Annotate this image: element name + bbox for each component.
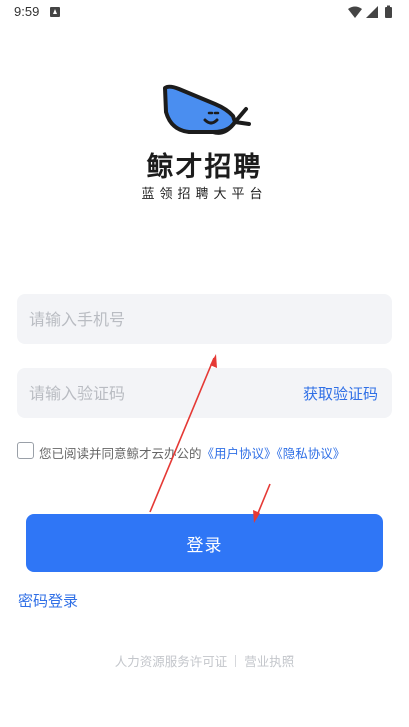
annotation-arrowhead	[210, 354, 217, 368]
phone-input[interactable]	[29, 294, 279, 344]
status-bar: 9:59	[0, 0, 409, 26]
license-link[interactable]: 人力资源服务许可证	[115, 654, 228, 669]
privacy-policy-link[interactable]: 《隐私协议》	[277, 446, 346, 461]
password-login-link[interactable]: 密码登录	[18, 590, 78, 611]
footer: 人力资源服务许可证 营业执照	[0, 651, 409, 670]
signal-icon	[366, 6, 378, 18]
agreement-prefix: 您已阅读并同意鲸才云办公的	[39, 446, 202, 461]
status-icons	[348, 5, 392, 18]
code-field[interactable]: 获取验证码	[17, 368, 392, 418]
notification-icon	[50, 7, 60, 17]
annotation-arrow	[255, 483, 271, 519]
get-code-button[interactable]: 获取验证码	[303, 383, 378, 404]
login-button[interactable]: 登录	[26, 514, 383, 572]
app-slogan: 蓝领招聘大平台	[141, 187, 268, 202]
business-license-link[interactable]: 营业执照	[244, 654, 294, 669]
status-time: 9:59	[14, 4, 40, 19]
user-agreement-link[interactable]: 《用户协议》	[202, 446, 277, 461]
app-name: 鲸才招聘	[146, 152, 263, 183]
footer-divider	[235, 655, 237, 667]
agreement-checkbox[interactable]	[17, 442, 34, 459]
agreement-row: 您已阅读并同意鲸才云办公的《用户协议》《隐私协议》	[17, 441, 397, 461]
whale-logo-icon	[163, 84, 251, 135]
agreement-text: 您已阅读并同意鲸才云办公的《用户协议》《隐私协议》	[39, 443, 345, 462]
code-input[interactable]	[29, 368, 279, 418]
phone-field[interactable]	[17, 294, 392, 344]
wifi-icon	[348, 6, 362, 18]
battery-icon	[385, 7, 392, 18]
